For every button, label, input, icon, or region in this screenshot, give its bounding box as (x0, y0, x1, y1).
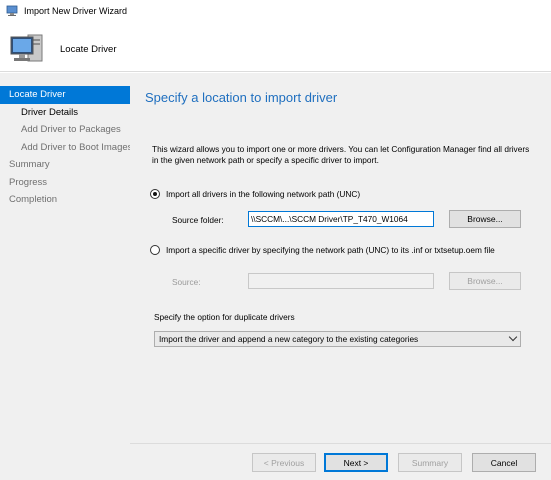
duplicate-option-dropdown[interactable]: Import the driver and append a new categ… (154, 331, 521, 347)
step-summary: Summary (9, 159, 50, 170)
title-bar: Import New Driver Wizard (0, 0, 551, 24)
option-unc-label: Import all drivers in the following netw… (166, 189, 361, 199)
step-add-driver-to-boot-images: Add Driver to Boot Images (21, 141, 130, 153)
source-input[interactable] (248, 273, 434, 289)
duplicate-option-label: Specify the option for duplicate drivers (154, 312, 295, 322)
window-title: Import New Driver Wizard (24, 6, 128, 16)
chevron-down-icon (508, 332, 518, 342)
computer-icon (10, 34, 43, 62)
source-browse-button[interactable]: Browse... (449, 272, 521, 290)
footer-divider (130, 443, 551, 444)
step-progress: Progress (9, 176, 48, 188)
duplicate-option-selected: Import the driver and append a new categ… (159, 334, 419, 344)
option-specific-row[interactable]: Import a specific driver by specifying t… (150, 245, 495, 255)
step-completion: Completion (9, 194, 58, 205)
previous-button[interactable]: < Previous (252, 453, 316, 472)
page-heading: Specify a location to import driver (145, 90, 338, 105)
page-description: This wizard allows you to import one or … (152, 144, 530, 165)
source-folder-input[interactable]: \\SCCM\...\SCCM Driver\TP_T470_W1064 (248, 211, 434, 227)
header-page-name: Locate Driver (60, 44, 117, 55)
step-driver-details: Driver Details (21, 106, 79, 118)
source-folder-label: Source folder: (172, 215, 224, 225)
source-label: Source: (172, 277, 201, 287)
option-specific-label: Import a specific driver by specifying t… (166, 245, 495, 255)
wizard-app-icon (6, 5, 18, 16)
option-unc-radio[interactable] (150, 189, 160, 199)
summary-button[interactable]: Summary (398, 453, 462, 472)
source-folder-browse-button[interactable]: Browse... (449, 210, 521, 228)
step-locate-driver: Locate Driver (0, 86, 130, 104)
next-button[interactable]: Next > (324, 453, 388, 472)
wizard-steps-sidebar: Locate Driver Driver Details Add Driver … (0, 73, 130, 480)
step-add-driver-to-packages: Add Driver to Packages (21, 124, 121, 135)
option-specific-radio[interactable] (150, 245, 160, 255)
option-unc-row[interactable]: Import all drivers in the following netw… (150, 189, 360, 199)
wizard-header: Locate Driver (0, 24, 551, 72)
wizard-content: Specify a location to import driver This… (130, 73, 551, 480)
cancel-button[interactable]: Cancel (472, 453, 536, 472)
